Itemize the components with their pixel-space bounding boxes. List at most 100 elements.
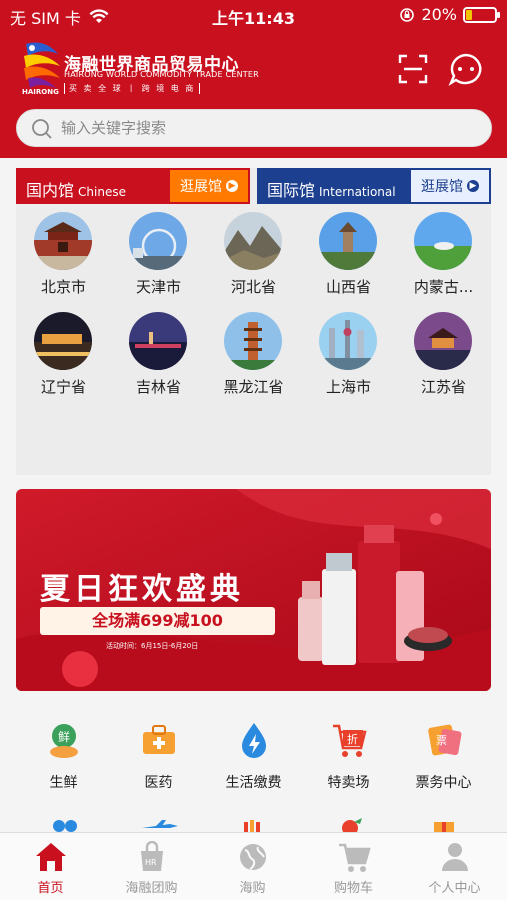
city-item-jilin[interactable]: 吉林省 (111, 312, 206, 404)
city-label: 内蒙古... (413, 278, 474, 296)
ticket-icon: 票 (428, 724, 462, 756)
tab-label: 购物车 (333, 881, 373, 896)
svg-text:HR: HR (145, 858, 157, 867)
liaoning-photo (34, 312, 92, 370)
jiangsu-photo (414, 312, 472, 370)
tab-home[interactable]: 首页 (0, 833, 101, 900)
app-header: 无 SIM 卡 上午11:43 20% HAIRONG 海融世界商品贸易中心 H… (0, 0, 507, 158)
sale-cart-icon: 折 (333, 724, 367, 757)
quick-menu: 鲜 生鲜 医药 生活缴费 折 特卖场 票 票务中心 (16, 720, 491, 832)
menu-item-utility[interactable]: 生活缴费 (206, 720, 301, 794)
tab-profile[interactable]: 个人中心 (404, 833, 505, 900)
domestic-visit-button[interactable]: 逛展馆 ▶ (170, 170, 248, 202)
menu-label: 票务中心 (415, 775, 472, 791)
tianjin-photo (129, 212, 187, 270)
tab-domestic-pavilion[interactable]: 国内馆 Chinese 逛展馆 ▶ (16, 168, 250, 204)
message-icon[interactable] (448, 52, 484, 86)
brand-row: HAIRONG 海融世界商品贸易中心 HAIRONG WORLD COMMODI… (0, 34, 507, 100)
jilin-photo (129, 312, 187, 370)
banner-promo: 全场满699减100 (40, 607, 275, 635)
tab-label: 海购 (239, 881, 266, 896)
brand-name-en: HAIRONG WORLD COMMODITY TRADE CENTER (64, 70, 259, 79)
city-label: 江苏省 (420, 378, 466, 396)
brand-tagline: 买 卖 全 球 丨 跨 境 电 商 (64, 83, 201, 94)
tab-global-buy[interactable]: 海购 (202, 833, 303, 900)
city-label: 北京市 (40, 278, 86, 296)
international-visit-button[interactable]: 逛展馆 ▶ (411, 170, 489, 202)
cart-icon (339, 843, 371, 872)
group-buy-icon: HR (141, 841, 163, 871)
globe-icon (240, 844, 266, 870)
tab-international-pavilion[interactable]: 国际馆 International 逛展馆 ▶ (257, 168, 491, 204)
menu-item-fresh[interactable]: 鲜 生鲜 (16, 720, 111, 794)
city-item-beijing[interactable]: 北京市 (16, 212, 111, 304)
bottom-tab-bar: 首页 HR 海融团购 海购 购物车 个人中心 (0, 832, 507, 900)
search-icon (32, 119, 52, 139)
scan-icon[interactable] (398, 54, 428, 84)
tab-label: 个人中心 (428, 881, 481, 896)
domestic-visit-label: 逛展馆 (180, 179, 222, 195)
profile-icon (442, 843, 468, 871)
international-visit-label: 逛展馆 (421, 179, 463, 195)
shanxi-photo (319, 212, 377, 270)
battery-percent: 20% (421, 5, 457, 24)
home-icon (36, 843, 66, 871)
status-bar: 无 SIM 卡 上午11:43 20% (0, 0, 507, 30)
city-label: 辽宁省 (40, 378, 86, 396)
svg-text:折: 折 (347, 732, 358, 746)
international-title: 国际馆 (267, 181, 316, 200)
menu-label: 生活缴费 (225, 775, 282, 791)
city-item-jiangsu[interactable]: 江苏省 (396, 312, 491, 404)
inner-mongolia-photo (414, 212, 472, 270)
battery-fill (466, 9, 472, 20)
utility-payment-icon (242, 723, 266, 758)
search-bar[interactable] (16, 109, 492, 147)
city-item-tianjin[interactable]: 天津市 (111, 212, 206, 304)
menu-item-tickets[interactable]: 票 票务中心 (396, 720, 491, 794)
city-item-hebei[interactable]: 河北省 (206, 212, 301, 304)
domestic-title: 国内馆 (26, 181, 75, 200)
city-item-liaoning[interactable]: 辽宁省 (16, 312, 111, 404)
promo-banner[interactable]: 夏日狂欢盛典 全场满699减100 活动时间：6月15日-6月20日 (16, 489, 491, 691)
group-icon (53, 820, 77, 832)
menu-label: 特卖场 (327, 775, 370, 791)
svg-text:鲜: 鲜 (58, 730, 70, 744)
search-input[interactable] (61, 110, 481, 146)
city-item-heilongjiang[interactable]: 黑龙江省 (206, 312, 301, 404)
shanghai-photo (319, 312, 377, 370)
banner-time: 活动时间：6月15日-6月20日 (106, 642, 199, 650)
menu-label: 生鲜 (49, 775, 78, 791)
international-subtitle: International (319, 185, 396, 199)
orientation-lock-icon (400, 7, 415, 22)
tab-cart[interactable]: 购物车 (303, 833, 404, 900)
city-item-shanghai[interactable]: 上海市 (301, 312, 396, 404)
tab-group-buy[interactable]: HR 海融团购 (101, 833, 202, 900)
menu-item-medicine[interactable]: 医药 (111, 720, 206, 794)
pavilion-panel: 国内馆 Chinese 逛展馆 ▶ 国际馆 International 逛展馆 ▶ … (16, 168, 491, 475)
menu-label: 医药 (144, 775, 173, 791)
arrow-right-icon: ▶ (467, 180, 479, 192)
food-icon (244, 820, 260, 832)
beijing-photo (34, 212, 92, 270)
heilongjiang-photo (224, 312, 282, 370)
tab-label: 首页 (37, 881, 64, 896)
menu-item-sale[interactable]: 折 特卖场 (301, 720, 396, 794)
city-item-shanxi[interactable]: 山西省 (301, 212, 396, 304)
logo-wordmark: HAIRONG (22, 88, 59, 96)
medicine-kit-icon (143, 725, 175, 754)
fresh-produce-icon: 鲜 (50, 724, 78, 758)
banner-title: 夏日狂欢盛典 (40, 572, 244, 607)
city-label: 吉林省 (135, 378, 181, 396)
city-item-inner-mongolia[interactable]: 内蒙古... (396, 212, 491, 304)
airplane-icon (142, 820, 178, 828)
gift-icon (434, 822, 454, 832)
tab-label: 海融团购 (125, 881, 178, 896)
svg-text:票: 票 (436, 734, 447, 747)
fruit-icon (342, 818, 362, 832)
battery-icon (463, 6, 500, 23)
arrow-right-icon: ▶ (226, 180, 238, 192)
hebei-photo (224, 212, 282, 270)
city-label: 上海市 (325, 378, 371, 396)
city-label: 山西省 (325, 278, 371, 296)
city-label: 河北省 (230, 278, 276, 296)
